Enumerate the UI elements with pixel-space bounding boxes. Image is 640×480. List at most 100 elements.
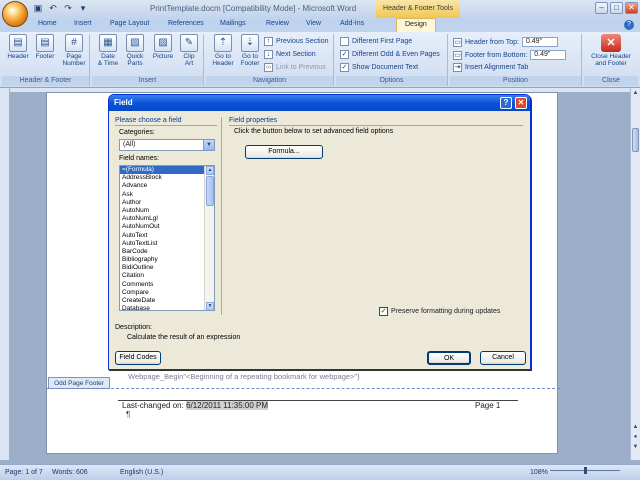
tab-view[interactable]: View	[306, 20, 321, 27]
scroll-thumb[interactable]	[206, 176, 214, 206]
field-name-item[interactable]: CreateDate	[120, 297, 206, 305]
redo-icon[interactable]: ↷	[62, 3, 74, 14]
field-name-item[interactable]: Compare	[120, 289, 206, 297]
status-bar: Page: 1 of 7 Words: 606 English (U.S.) 1…	[0, 464, 640, 480]
help-icon[interactable]: ?	[624, 20, 634, 30]
next-section-button[interactable]: ↓ Next Section	[264, 50, 316, 59]
picture-icon: ▨	[154, 34, 172, 52]
footer-last-changed[interactable]: Last-changed on: 6/12/2011 11:35:00 PM	[122, 401, 269, 410]
clip-art-icon: ✎	[180, 34, 198, 52]
status-zoom[interactable]: 108%	[530, 469, 548, 476]
separator	[221, 117, 222, 315]
dialog-close-button[interactable]: ✕	[515, 97, 527, 109]
next-page-icon[interactable]: ▼	[632, 444, 639, 450]
restore-button[interactable]: □	[610, 2, 623, 14]
field-name-item[interactable]: AutoNum	[120, 207, 206, 215]
clip-art-button[interactable]: ✎ Clip Art	[178, 34, 200, 67]
tab-mailings[interactable]: Mailings	[220, 20, 246, 27]
field-name-item[interactable]: =(Formula)	[120, 166, 206, 175]
cancel-button[interactable]: Cancel	[480, 351, 526, 365]
vertical-ruler	[0, 88, 10, 460]
field-list-scrollbar[interactable]: ▲ ▼	[204, 166, 214, 310]
field-name-item[interactable]: BarCode	[120, 248, 206, 256]
field-codes-button[interactable]: Field Codes	[115, 351, 161, 365]
header-from-top-input[interactable]: 0.49"	[521, 37, 558, 47]
save-icon[interactable]: ▣	[32, 3, 44, 14]
tab-home[interactable]: Home	[38, 20, 57, 27]
field-name-item[interactable]: AutoText	[120, 232, 206, 240]
tab-design[interactable]: Design	[396, 18, 436, 32]
field-names-list[interactable]: =(Formula) AddressBlock Advance Ask Author Au…	[119, 165, 215, 311]
status-page[interactable]: Page: 1 of 7	[5, 469, 43, 476]
go-to-header-button[interactable]: ⇡ Go to Header	[210, 34, 236, 67]
footer-from-bottom-input[interactable]: 0.49"	[530, 50, 567, 60]
group-insert: ▦ Date & Time ▧ Quick Parts ▨ Picture ✎ …	[92, 34, 204, 86]
link-to-previous-label: Link to Previous	[276, 64, 326, 71]
go-to-header-label-1: Go to	[215, 53, 231, 60]
quick-parts-icon: ▧	[126, 34, 144, 52]
scroll-down-icon[interactable]: ▼	[206, 302, 214, 310]
tab-add-ins[interactable]: Add-Ins	[340, 20, 364, 27]
undo-icon[interactable]: ↶	[47, 3, 59, 14]
page-number-button[interactable]: # Page Number	[60, 34, 88, 67]
previous-section-button[interactable]: ↑ Previous Section	[264, 37, 329, 46]
date-time-button[interactable]: ▦ Date & Time	[96, 34, 120, 67]
field-name-item[interactable]: AutoNumOut	[120, 223, 206, 231]
next-section-label: Next Section	[276, 51, 316, 58]
qat-customize-icon[interactable]: ▾	[77, 3, 89, 14]
show-document-text-checkbox[interactable]: ✓ Show Document Text	[340, 63, 418, 72]
quick-parts-button[interactable]: ▧ Quick Parts	[122, 34, 148, 67]
field-name-item[interactable]: AutoNumLgl	[120, 215, 206, 223]
tab-insert[interactable]: Insert	[74, 20, 92, 27]
picture-button[interactable]: ▨ Picture	[150, 34, 176, 60]
different-first-page-checkbox[interactable]: Different First Page	[340, 37, 412, 46]
scroll-up-icon[interactable]: ▲	[206, 166, 214, 175]
go-to-footer-button[interactable]: ⇣ Go to Footer	[238, 34, 262, 67]
vertical-scrollbar[interactable]: ▲ ▲ ● ▼	[630, 88, 640, 460]
header-button[interactable]: ▤ Header	[6, 34, 30, 60]
dialog-help-button[interactable]: ?	[500, 97, 512, 109]
zoom-slider[interactable]	[550, 467, 620, 474]
footer-date-field[interactable]: 6/12/2011 11:35:00 PM	[186, 401, 269, 410]
footer-page-number[interactable]: Page 1	[475, 401, 500, 410]
chevron-down-icon[interactable]: ▼	[203, 140, 214, 150]
tab-review[interactable]: Review	[266, 20, 289, 27]
categories-dropdown[interactable]: (All) ▼	[119, 139, 215, 151]
contextual-tab-title: Header & Footer Tools	[376, 0, 460, 18]
ok-button[interactable]: OK	[427, 351, 471, 365]
tab-references[interactable]: References	[168, 20, 204, 27]
field-name-item[interactable]: Database	[120, 305, 206, 310]
tab-page-layout[interactable]: Page Layout	[110, 20, 149, 27]
field-name-item[interactable]: Bibliography	[120, 256, 206, 264]
close-header-footer-label-1: Close Header	[591, 53, 631, 60]
window-title: PrintTemplate.docm [Compatibility Mode] …	[150, 4, 357, 13]
minimize-button[interactable]: –	[595, 2, 608, 14]
field-name-item[interactable]: Author	[120, 199, 206, 207]
field-name-item[interactable]: AddressBlock	[120, 174, 206, 182]
status-words[interactable]: Words: 606	[52, 469, 88, 476]
different-odd-even-checkbox[interactable]: ✓ Different Odd & Even Pages	[340, 50, 440, 59]
field-name-item[interactable]: BidiOutline	[120, 264, 206, 272]
select-browse-object-icon[interactable]: ●	[632, 434, 639, 440]
scroll-up-icon[interactable]: ▲	[632, 90, 639, 96]
link-to-previous-button[interactable]: ∞ Link to Previous	[264, 63, 326, 72]
formula-button[interactable]: Formula...	[245, 145, 323, 159]
scroll-thumb[interactable]	[632, 128, 639, 152]
calendar-icon: ▦	[99, 34, 117, 52]
clip-art-label-2: Art	[184, 60, 194, 67]
status-language[interactable]: English (U.S.)	[120, 469, 163, 476]
close-window-button[interactable]: ✕	[625, 2, 638, 14]
field-name-item[interactable]: Citation	[120, 272, 206, 280]
close-header-footer-button[interactable]: ✕ Close Header and Footer	[585, 34, 637, 67]
categories-value: (All)	[123, 141, 136, 148]
previous-page-icon[interactable]: ▲	[632, 424, 639, 430]
office-button[interactable]	[2, 1, 28, 27]
dialog-title-bar: Field ? ✕	[109, 95, 530, 111]
field-name-item[interactable]: AutoTextList	[120, 240, 206, 248]
field-name-item[interactable]: Ask	[120, 191, 206, 199]
field-name-item[interactable]: Advance	[120, 182, 206, 190]
preserve-formatting-checkbox[interactable]: ✓ Preserve formatting during updates	[379, 307, 500, 316]
insert-alignment-tab-button[interactable]: ⇥ Insert Alignment Tab	[453, 63, 528, 72]
footer-button[interactable]: ▤ Footer	[32, 34, 58, 60]
field-name-item[interactable]: Comments	[120, 281, 206, 289]
